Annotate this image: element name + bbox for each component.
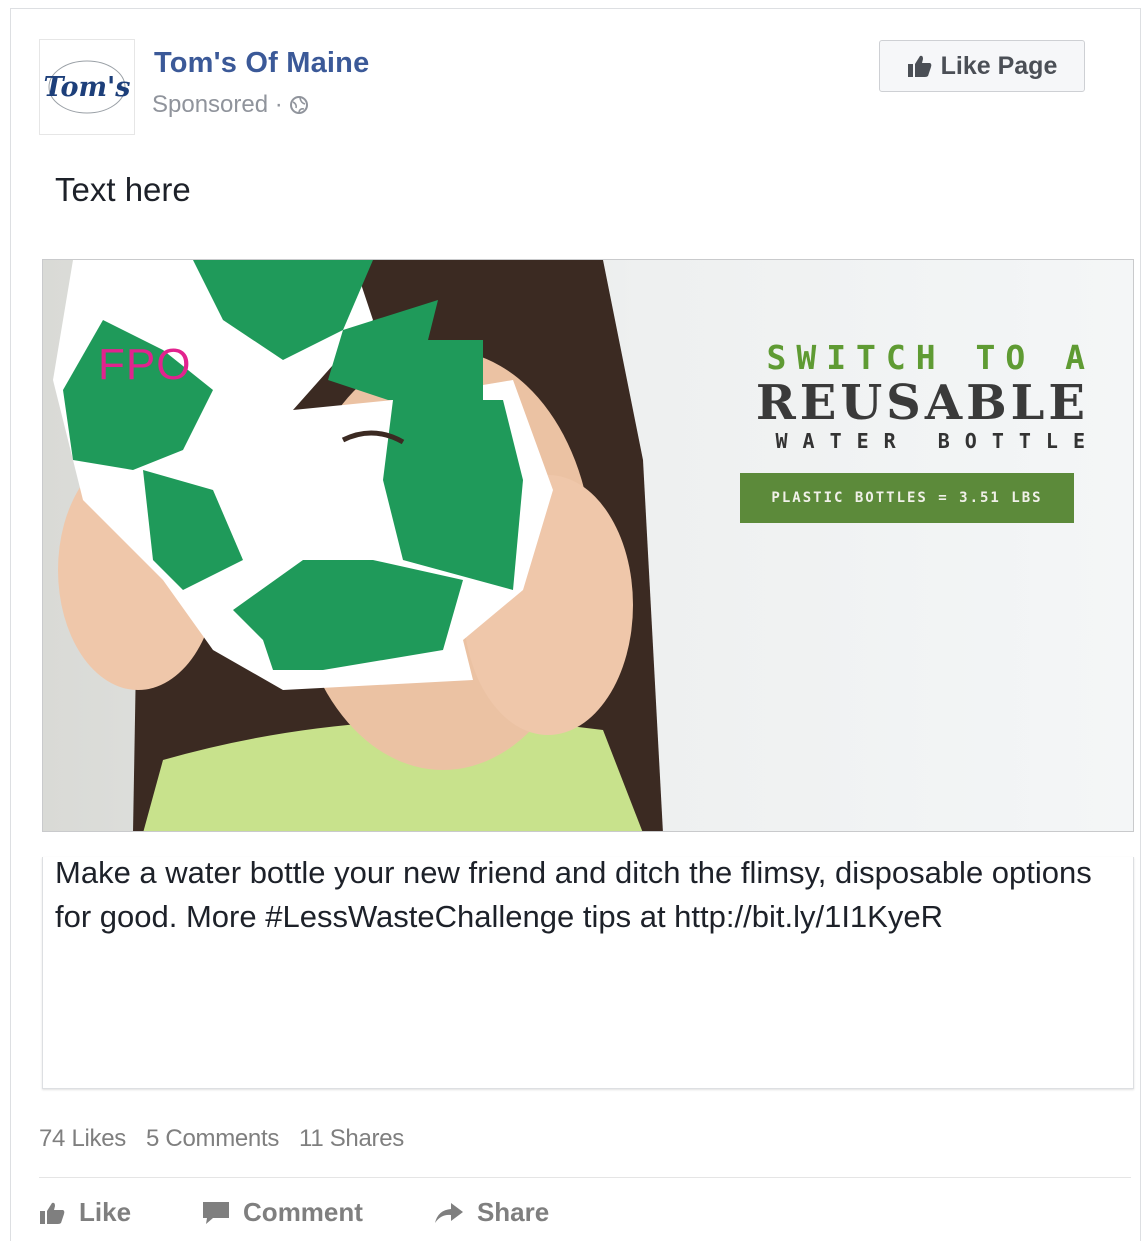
actions-divider (39, 1177, 1131, 1178)
share-button[interactable]: Share (433, 1197, 549, 1228)
comment-button[interactable]: Comment (201, 1197, 363, 1228)
like-page-label: Like Page (940, 51, 1058, 80)
post-actions: Like Comment Share (39, 1197, 619, 1228)
thumbs-up-icon (907, 54, 933, 78)
like-page-button[interactable]: Like Page (879, 40, 1085, 92)
share-label: Share (476, 1197, 550, 1227)
likes-count[interactable]: 74 Likes (39, 1125, 126, 1153)
headline-line-2: REUSABLE (755, 375, 1089, 431)
like-label: Like (79, 1197, 132, 1227)
headline-line-3: WATER BOTTLE (775, 429, 1100, 453)
globe-icon (289, 95, 309, 115)
share-arrow-icon (433, 1201, 465, 1225)
fpo-label: FPO (98, 340, 192, 389)
post-meta: Sponsored · (152, 91, 309, 119)
comment-label: Comment (243, 1197, 363, 1227)
stat-badge: PLASTIC BOTTLES = 3.51 LBS (740, 473, 1074, 523)
ad-image[interactable]: FPO SWITCH TO A REUSABLE WATER BOTTLE PL… (42, 259, 1134, 832)
page-logo[interactable]: Tom's (39, 39, 135, 135)
post-text: Text here (55, 171, 191, 208)
link-caption-box[interactable]: Make a water bottle your new friend and … (42, 855, 1134, 1089)
page-name-link[interactable]: Tom's Of Maine (154, 47, 369, 80)
sponsored-post: Tom's Tom's Of Maine Sponsored · Like Pa… (10, 8, 1141, 1241)
ad-headline: SWITCH TO A REUSABLE WATER BOTTLE (756, 338, 1085, 453)
toms-logo: Tom's (43, 60, 131, 114)
comment-icon (201, 1200, 231, 1226)
sponsored-label[interactable]: Sponsored · (152, 91, 283, 119)
comments-count[interactable]: 5 Comments (146, 1125, 279, 1153)
headline-line-1: SWITCH TO A (766, 338, 1095, 377)
thumbs-up-icon (39, 1201, 67, 1225)
logo-text: Tom's (43, 72, 130, 103)
ad-caption: Make a water bottle your new friend and … (55, 855, 1092, 934)
like-button[interactable]: Like (39, 1197, 131, 1228)
engagement-counts: 74 Likes 5 Comments 11 Shares (39, 1125, 404, 1153)
shares-count[interactable]: 11 Shares (299, 1125, 404, 1153)
